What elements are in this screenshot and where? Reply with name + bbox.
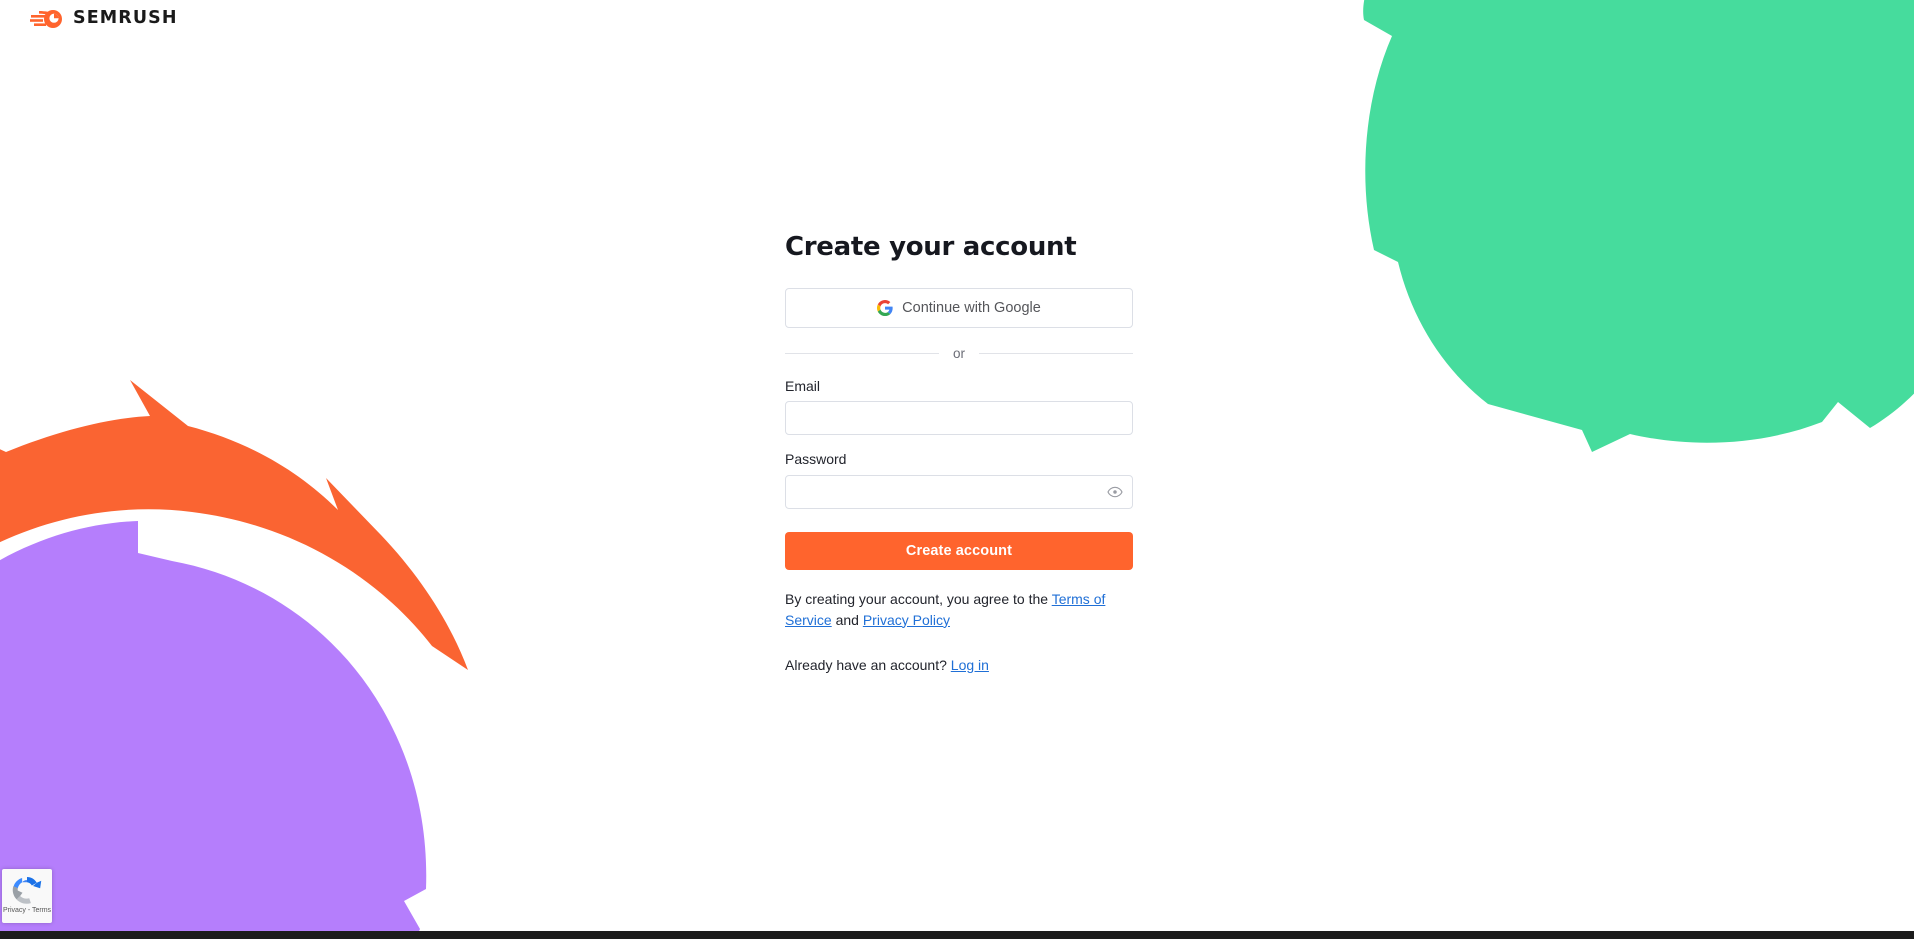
continue-with-google-button[interactable]: Continue with Google	[785, 288, 1133, 329]
or-divider: or	[785, 346, 1134, 362]
email-input[interactable]	[785, 401, 1133, 436]
divider-line-left	[785, 353, 939, 355]
recaptcha-badge[interactable]: Privacy - Terms	[2, 869, 52, 923]
login-prompt-text: Already have an account?	[785, 656, 947, 673]
semrush-logo[interactable]: SEMRUSH	[30, 8, 178, 30]
divider-line-right	[979, 353, 1134, 355]
semrush-comet-icon	[30, 10, 62, 28]
bottom-chrome-bar	[0, 931, 1914, 939]
divider-label: or	[953, 346, 966, 362]
privacy-policy-link[interactable]: Privacy Policy	[863, 612, 950, 628]
legal-agreement-text: By creating your account, you agree to t…	[785, 589, 1133, 630]
legal-prefix: By creating your account, you agree to t…	[785, 591, 1049, 608]
create-account-button[interactable]: Create account	[785, 532, 1133, 571]
page-title: Create your account	[785, 232, 1077, 262]
google-g-icon	[877, 300, 893, 317]
recaptcha-icon	[12, 877, 42, 904]
semrush-wordmark: SEMRUSH	[73, 8, 178, 29]
eye-icon	[1107, 487, 1123, 498]
google-button-label: Continue with Google	[902, 300, 1041, 317]
legal-and: and	[835, 611, 859, 628]
password-input[interactable]	[785, 475, 1133, 510]
email-label: Email	[785, 377, 821, 394]
email-field-group: Email	[785, 378, 1133, 436]
password-field-group: Password	[785, 451, 1133, 510]
signup-form: Create your account Continue with Google…	[785, 0, 1134, 939]
recaptcha-label: Privacy - Terms	[2, 907, 52, 914]
password-label: Password	[785, 451, 847, 468]
log-in-link[interactable]: Log in	[951, 657, 989, 673]
login-prompt: Already have an account? Log in	[785, 655, 1133, 675]
toggle-password-visibility-button[interactable]	[1105, 482, 1125, 502]
